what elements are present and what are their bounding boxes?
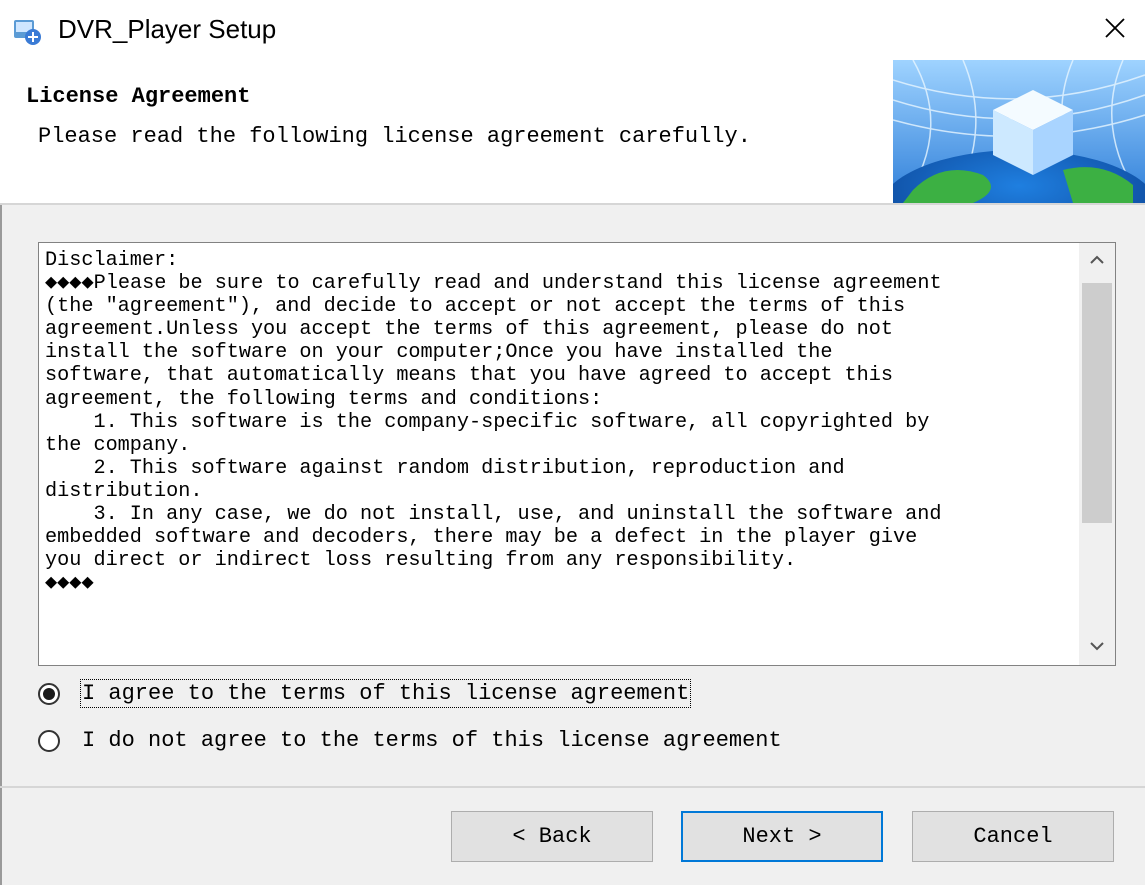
disagree-radio[interactable] — [38, 729, 60, 752]
license-scrollbar[interactable] — [1079, 243, 1115, 665]
footer-divider — [0, 786, 1145, 788]
scroll-thumb[interactable] — [1082, 283, 1112, 523]
close-button[interactable] — [1085, 0, 1145, 60]
setup-window: DVR_Player Setup License Agreement Pleas… — [0, 0, 1145, 885]
license-text-box[interactable]: Disclaimer: ◆◆◆◆Please be sure to carefu… — [38, 242, 1116, 666]
close-icon — [1103, 16, 1127, 45]
header-panel: License Agreement Please read the follow… — [0, 59, 1145, 270]
scroll-up-button[interactable] — [1079, 243, 1115, 279]
title-bar: DVR_Player Setup — [0, 0, 1145, 60]
installer-icon — [12, 16, 42, 46]
chevron-up-icon — [1090, 252, 1104, 270]
back-button[interactable]: < Back — [451, 811, 653, 862]
page-subtitle: Please read the following license agreem… — [38, 124, 751, 149]
agree-option[interactable]: I agree to the terms of this license agr… — [38, 679, 692, 708]
disagree-option[interactable]: I do not agree to the terms of this lice… — [38, 728, 782, 753]
agree-radio[interactable] — [38, 682, 60, 705]
window-title: DVR_Player Setup — [58, 14, 277, 44]
scroll-down-button[interactable] — [1079, 629, 1115, 665]
license-text: Disclaimer: ◆◆◆◆Please be sure to carefu… — [45, 249, 942, 596]
disagree-label[interactable]: I do not agree to the terms of this lice… — [82, 728, 782, 753]
cancel-button[interactable]: Cancel — [912, 811, 1114, 862]
page-title: License Agreement — [26, 84, 251, 109]
radio-selected-dot — [43, 687, 55, 700]
chevron-down-icon — [1090, 638, 1104, 656]
agree-label[interactable]: I agree to the terms of this license agr… — [79, 679, 692, 708]
next-button[interactable]: Next > — [681, 811, 883, 862]
header-banner-image — [879, 59, 1145, 270]
